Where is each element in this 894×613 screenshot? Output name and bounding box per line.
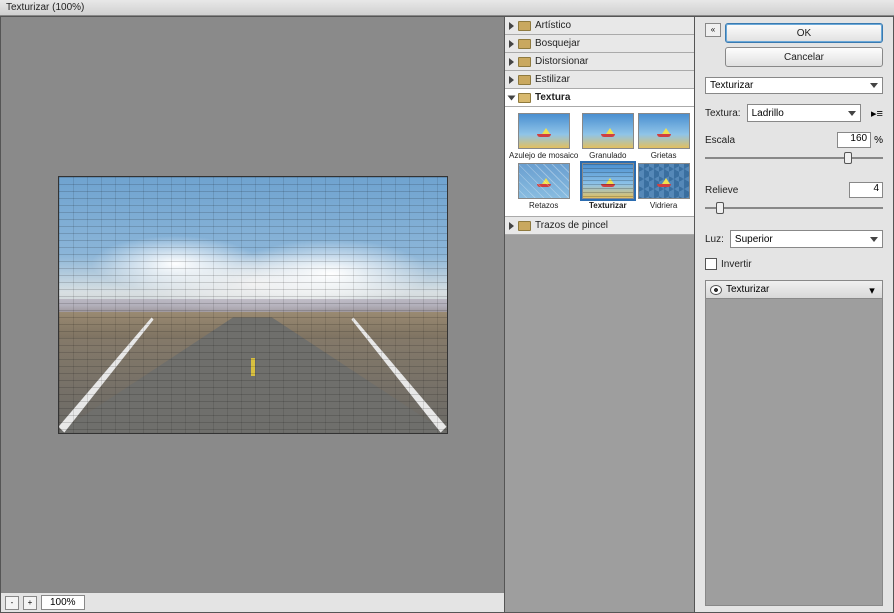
thumbnail-label: Grietas	[651, 151, 677, 160]
thumbnail-image	[582, 113, 634, 149]
disclosure-triangle-icon	[509, 40, 514, 48]
zoom-level[interactable]: 100%	[41, 595, 85, 610]
category-label: Artístico	[535, 20, 571, 31]
category-label: Estilizar	[535, 74, 570, 85]
folder-icon	[518, 57, 531, 67]
window-title: Texturizar (100%)	[6, 2, 84, 13]
scale-slider[interactable]	[705, 150, 883, 166]
controls-pane: « OK Cancelar Texturizar Textura: Ladril…	[695, 16, 894, 613]
filter-select-value: Texturizar	[710, 80, 753, 91]
invert-checkbox[interactable]	[705, 258, 717, 270]
scale-input[interactable]: 160	[837, 132, 871, 148]
invert-label: Invertir	[721, 259, 752, 270]
filter-pane-spacer	[505, 235, 694, 612]
slider-thumb[interactable]	[716, 202, 724, 214]
thumbnail-image	[638, 163, 690, 199]
thumb-granulado[interactable]: Granulado	[581, 113, 634, 160]
thumbnail-label: Vidriera	[650, 201, 677, 210]
category-artistico[interactable]: Artístico	[505, 17, 694, 35]
relief-label: Relieve	[705, 185, 738, 196]
scale-label: Escala	[705, 135, 735, 146]
disclosure-triangle-icon	[508, 95, 516, 100]
preview-pane: - + 100%	[0, 16, 505, 613]
thumbnail-image	[518, 163, 570, 199]
light-dropdown[interactable]: Superior	[730, 230, 883, 248]
thumbnail-label: Texturizar	[589, 201, 627, 210]
category-textura[interactable]: Textura	[505, 89, 694, 107]
effect-layer-name: Texturizar	[726, 284, 769, 295]
collapse-gallery-button[interactable]: «	[705, 23, 721, 37]
preview-footer: - + 100%	[1, 592, 504, 612]
thumbnail-image	[638, 113, 690, 149]
texture-value: Ladrillo	[752, 108, 784, 119]
thumb-texturizar[interactable]: Texturizar	[581, 163, 634, 210]
thumb-vidriera[interactable]: Vidriera	[637, 163, 690, 210]
chevron-down-icon	[870, 237, 878, 242]
texture-dropdown[interactable]: Ladrillo	[747, 104, 861, 122]
visibility-eye-icon[interactable]	[710, 285, 722, 295]
thumb-azulejo-de-mosaico[interactable]: Azulejo de mosaico	[509, 113, 578, 160]
window-titlebar: Texturizar (100%)	[0, 0, 894, 16]
light-value: Superior	[735, 234, 773, 245]
preview-image	[59, 177, 447, 433]
filter-gallery-pane: Artístico Bosquejar Distorsionar Estiliz…	[505, 16, 695, 613]
texture-label: Textura:	[705, 108, 741, 119]
effect-layers-body	[706, 299, 882, 605]
category-label: Trazos de pincel	[535, 220, 608, 231]
disclosure-triangle-icon	[509, 58, 514, 66]
thumbnail-label: Azulejo de mosaico	[509, 151, 578, 160]
slider-thumb[interactable]	[844, 152, 852, 164]
disclosure-triangle-icon	[509, 22, 514, 30]
filter-select-dropdown[interactable]: Texturizar	[705, 77, 883, 94]
thumbnail-label: Granulado	[589, 151, 626, 160]
disclosure-triangle-icon	[509, 76, 514, 84]
brick-texture-overlay	[59, 177, 447, 433]
folder-icon	[518, 221, 531, 231]
folder-icon	[518, 39, 531, 49]
category-label: Textura	[535, 92, 570, 103]
relief-input[interactable]: 4	[849, 182, 883, 198]
zoom-out-button[interactable]: -	[5, 596, 19, 610]
main-area: - + 100% Artístico Bosquejar Distorsiona…	[0, 16, 894, 613]
category-bosquejar[interactable]: Bosquejar	[505, 35, 694, 53]
thumb-grietas[interactable]: Grietas	[637, 113, 690, 160]
folder-icon	[518, 75, 531, 85]
ok-button[interactable]: OK	[725, 23, 883, 43]
texture-menu-icon[interactable]: ▸≡	[871, 107, 883, 119]
scale-suffix: %	[874, 135, 883, 146]
folder-icon	[518, 21, 531, 31]
zoom-in-button[interactable]: +	[23, 596, 37, 610]
thumbnail-image	[582, 163, 634, 199]
category-label: Bosquejar	[535, 38, 580, 49]
light-label: Luz:	[705, 234, 724, 245]
texture-thumbnails: Azulejo de mosaico Granulado Grietas Ret…	[505, 107, 694, 217]
chevron-down-icon	[870, 83, 878, 88]
effect-layers-panel: Texturizar ▾	[705, 280, 883, 606]
thumbnail-image	[518, 113, 570, 149]
category-estilizar[interactable]: Estilizar	[505, 71, 694, 89]
category-trazos-de-pincel[interactable]: Trazos de pincel	[505, 217, 694, 235]
thumbnail-label: Retazos	[529, 201, 558, 210]
folder-open-icon	[518, 93, 531, 103]
category-distorsionar[interactable]: Distorsionar	[505, 53, 694, 71]
thumb-retazos[interactable]: Retazos	[509, 163, 578, 210]
layer-menu-icon[interactable]: ▾	[866, 284, 878, 296]
effect-layer-row[interactable]: Texturizar ▾	[706, 281, 882, 299]
category-label: Distorsionar	[535, 56, 588, 67]
chevron-down-icon	[848, 111, 856, 116]
preview-canvas[interactable]	[1, 17, 504, 592]
relief-slider[interactable]	[705, 200, 883, 216]
disclosure-triangle-icon	[509, 222, 514, 230]
cancel-button[interactable]: Cancelar	[725, 47, 883, 67]
